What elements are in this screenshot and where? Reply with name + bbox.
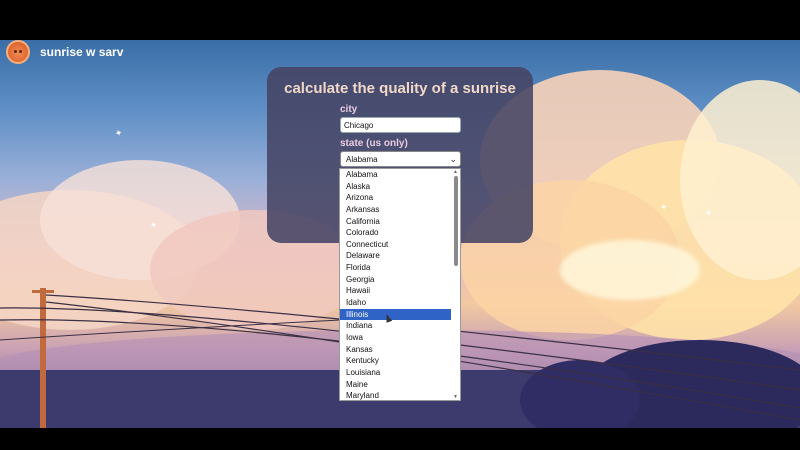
- sun-face-icon[interactable]: [6, 40, 30, 64]
- city-label: city: [340, 104, 358, 115]
- scroll-down-icon[interactable]: ▼: [452, 394, 459, 400]
- state-dropdown-list[interactable]: Alabama Alaska Arizona Arkansas California Co…: [339, 168, 461, 401]
- state-option[interactable]: Arizona: [340, 192, 451, 204]
- brand-title[interactable]: sunrise w sarv: [40, 45, 123, 59]
- city-input[interactable]: [340, 117, 461, 133]
- state-option[interactable]: Maryland: [340, 390, 451, 402]
- state-option[interactable]: Illinois: [340, 308, 451, 321]
- state-option[interactable]: Louisiana: [340, 367, 451, 379]
- scroll-up-icon[interactable]: ▲: [452, 169, 459, 175]
- scroll-thumb[interactable]: [454, 176, 458, 266]
- card-title: calculate the quality of a sunrise: [284, 80, 516, 97]
- state-option[interactable]: Kentucky: [340, 355, 451, 367]
- state-option[interactable]: Georgia: [340, 274, 451, 286]
- state-option[interactable]: Maine: [340, 379, 451, 391]
- state-label: state (us only): [340, 138, 408, 149]
- state-option[interactable]: Alaska: [340, 181, 451, 193]
- state-option[interactable]: Florida: [340, 262, 451, 274]
- state-option[interactable]: California: [340, 216, 451, 228]
- dropdown-scrollbar[interactable]: ▲ ▼: [452, 169, 459, 400]
- state-option[interactable]: Connecticut: [340, 239, 451, 251]
- chevron-down-icon: ⌄: [449, 154, 457, 164]
- state-option[interactable]: Alabama: [340, 169, 451, 181]
- state-option[interactable]: Arkansas: [340, 204, 451, 216]
- state-option[interactable]: Iowa: [340, 332, 451, 344]
- top-bar: sunrise w sarv: [0, 40, 800, 64]
- state-option[interactable]: Hawaii: [340, 285, 451, 297]
- state-option[interactable]: Idaho: [340, 297, 451, 309]
- state-select-value: Alabama: [346, 154, 378, 164]
- state-option[interactable]: Colorado: [340, 227, 451, 239]
- state-select[interactable]: Alabama ⌄: [340, 151, 461, 167]
- state-option[interactable]: Kansas: [340, 344, 451, 356]
- state-option[interactable]: Indiana: [340, 320, 451, 332]
- state-option[interactable]: Delaware: [340, 250, 451, 262]
